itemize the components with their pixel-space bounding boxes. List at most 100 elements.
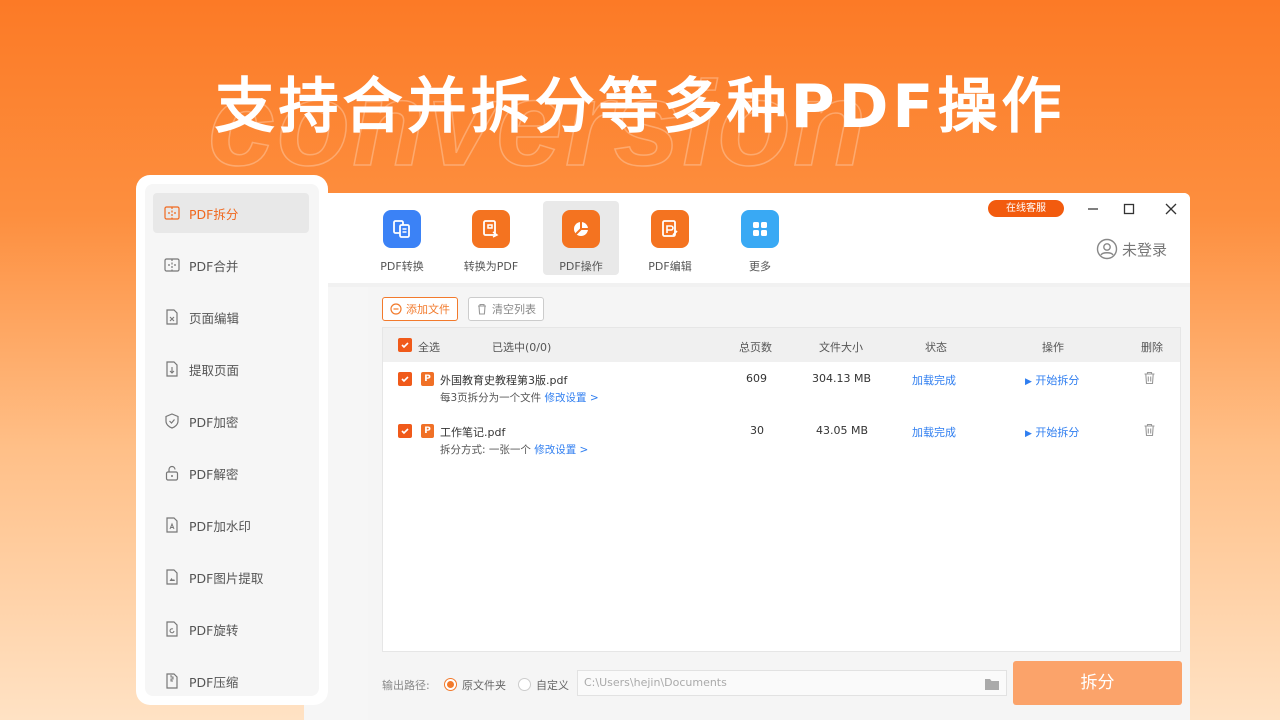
start-split-label: 开始拆分 — [1035, 374, 1080, 387]
clear-list-button[interactable]: 清空列表 — [468, 297, 544, 321]
sidebar-item-label: PDF压缩 — [189, 674, 239, 690]
sidebar-item-split[interactable]: PDF拆分 — [153, 193, 309, 233]
convert-icon — [383, 210, 421, 248]
select-all-checkbox[interactable] — [398, 338, 412, 352]
split-rule: 每3页拆分为一个文件 修改设置 > — [440, 390, 599, 405]
row-checkbox[interactable] — [398, 372, 412, 386]
image-extract-icon — [164, 569, 180, 585]
shield-icon — [164, 413, 180, 429]
extract-page-icon — [164, 361, 180, 377]
merge-icon — [164, 257, 180, 273]
login-status[interactable]: 未登录 — [1096, 238, 1167, 260]
sidebar-item-watermark[interactable]: PDF加水印 — [153, 505, 309, 545]
app-window: PDF转换 转换为PDF PDF操作 PDF编辑 更多 在线客服 未登录 添加文… — [304, 193, 1190, 720]
grid-icon — [741, 210, 779, 248]
sidebar-item-label: PDF加水印 — [189, 518, 251, 534]
start-split-button[interactable]: ▶ 开始拆分 — [1025, 372, 1079, 388]
trash-icon — [478, 303, 486, 315]
nav-label: 转换为PDF — [463, 260, 519, 273]
split-rule-text: 每3页拆分为一个文件 — [440, 392, 542, 404]
file-table: 全选 已选中(0/0) 总页数 文件大小 状态 操作 删除 P 外国教育史教程第… — [382, 327, 1181, 652]
output-path-label: 输出路径: — [382, 679, 430, 692]
header-action: 操作 — [1042, 341, 1064, 354]
split-rule-text: 拆分方式: 一张一个 — [440, 444, 531, 456]
nav-pdf-edit[interactable]: PDF编辑 — [632, 201, 708, 275]
play-icon: ▶ — [1025, 377, 1032, 387]
page-edit-icon — [164, 309, 180, 325]
output-path-value: C:\Users\hejin\Documents — [584, 676, 727, 689]
original-folder-label: 原文件夹 — [462, 679, 506, 692]
nav-label: PDF转换 — [380, 260, 424, 273]
split-button[interactable]: 拆分 — [1013, 661, 1182, 705]
custom-folder-radio[interactable] — [518, 678, 531, 691]
add-file-button[interactable]: 添加文件 — [382, 297, 458, 321]
modify-settings-link[interactable]: 修改设置 > — [545, 392, 599, 404]
start-split-button[interactable]: ▶ 开始拆分 — [1025, 424, 1079, 440]
row-checkbox[interactable] — [398, 424, 412, 438]
original-folder-radio[interactable] — [444, 678, 457, 691]
header-pages: 总页数 — [739, 341, 772, 354]
sidebar-item-label: PDF合并 — [189, 258, 239, 274]
header-delete: 删除 — [1141, 341, 1163, 354]
sidebar-item-compress[interactable]: PDF压缩 — [153, 661, 309, 696]
maximize-icon[interactable] — [1119, 199, 1139, 219]
minimize-icon[interactable] — [1083, 199, 1103, 219]
feature-list: PDF拆分 PDF合并 页面编辑 提取页面 PDF加密 PDF解密 PDF加水印 — [145, 184, 319, 696]
header-status: 状态 — [925, 341, 947, 354]
sidebar-item-label: 页面编辑 — [189, 310, 240, 326]
login-label: 未登录 — [1122, 240, 1168, 259]
nav-more[interactable]: 更多 — [722, 201, 798, 275]
nav-to-pdf[interactable]: 转换为PDF — [453, 201, 529, 275]
sidebar-item-label: 提取页面 — [189, 362, 240, 378]
unlock-icon — [164, 465, 180, 481]
rotate-icon — [164, 621, 180, 637]
select-all-label: 全选 — [418, 341, 440, 354]
table-header: 全选 已选中(0/0) 总页数 文件大小 状态 操作 删除 — [383, 328, 1180, 362]
split-rule: 拆分方式: 一张一个 修改设置 > — [440, 442, 588, 457]
sidebar-item-merge[interactable]: PDF合并 — [153, 245, 309, 285]
sidebar-item-page-edit[interactable]: 页面编辑 — [153, 297, 309, 337]
pdf-file-icon: P — [421, 372, 434, 386]
file-size: 43.05 MB — [816, 424, 869, 437]
add-circle-icon — [390, 303, 402, 315]
table-row: P 工作笔记.pdf 拆分方式: 一张一个 修改设置 > 30 43.05 MB… — [383, 418, 1180, 468]
nav-label: PDF编辑 — [648, 260, 692, 273]
header-size: 文件大小 — [819, 341, 863, 354]
page-count: 609 — [746, 372, 767, 385]
file-size: 304.13 MB — [812, 372, 872, 385]
sidebar-item-encrypt[interactable]: PDF加密 — [153, 401, 309, 441]
add-file-label: 添加文件 — [406, 303, 450, 316]
nav-label: 更多 — [749, 260, 771, 273]
sidebar-item-image-extract[interactable]: PDF图片提取 — [153, 557, 309, 597]
sidebar-item-label: PDF旋转 — [189, 622, 239, 638]
user-icon — [1096, 238, 1118, 260]
output-path-field[interactable]: C:\Users\hejin\Documents — [577, 670, 1007, 696]
pdf-operation-icon — [562, 210, 600, 248]
start-split-label: 开始拆分 — [1035, 426, 1080, 439]
sidebar-item-rotate[interactable]: PDF旋转 — [153, 609, 309, 649]
file-name: 外国教育史教程第3版.pdf — [440, 374, 568, 387]
play-icon: ▶ — [1025, 429, 1032, 439]
watermark-icon — [164, 517, 180, 533]
sidebar-item-decrypt[interactable]: PDF解密 — [153, 453, 309, 493]
close-icon[interactable] — [1161, 199, 1181, 219]
clear-list-label: 清空列表 — [492, 303, 536, 316]
sidebar-item-extract-page[interactable]: 提取页面 — [153, 349, 309, 389]
top-toolbar: PDF转换 转换为PDF PDF操作 PDF编辑 更多 在线客服 未登录 — [304, 193, 1190, 283]
load-status: 加载完成 — [912, 426, 956, 439]
delete-icon[interactable] — [1143, 423, 1156, 440]
sidebar-item-label: PDF解密 — [189, 466, 239, 482]
folder-icon[interactable] — [984, 676, 1000, 700]
compress-icon — [164, 673, 180, 689]
promo-headline: 支持合并拆分等多种PDF操作 — [214, 72, 1066, 142]
load-status: 加载完成 — [912, 374, 956, 387]
nav-pdf-operation[interactable]: PDF操作 — [543, 201, 619, 275]
modify-settings-link[interactable]: 修改设置 > — [534, 444, 588, 456]
online-service-button[interactable]: 在线客服 — [988, 200, 1064, 217]
delete-icon[interactable] — [1143, 371, 1156, 388]
nav-label: PDF操作 — [559, 260, 603, 273]
nav-pdf-convert[interactable]: PDF转换 — [364, 201, 440, 275]
sidebar-item-label: PDF加密 — [189, 414, 239, 430]
pdf-file-icon: P — [421, 424, 434, 438]
sidebar-item-label: PDF图片提取 — [189, 570, 264, 586]
